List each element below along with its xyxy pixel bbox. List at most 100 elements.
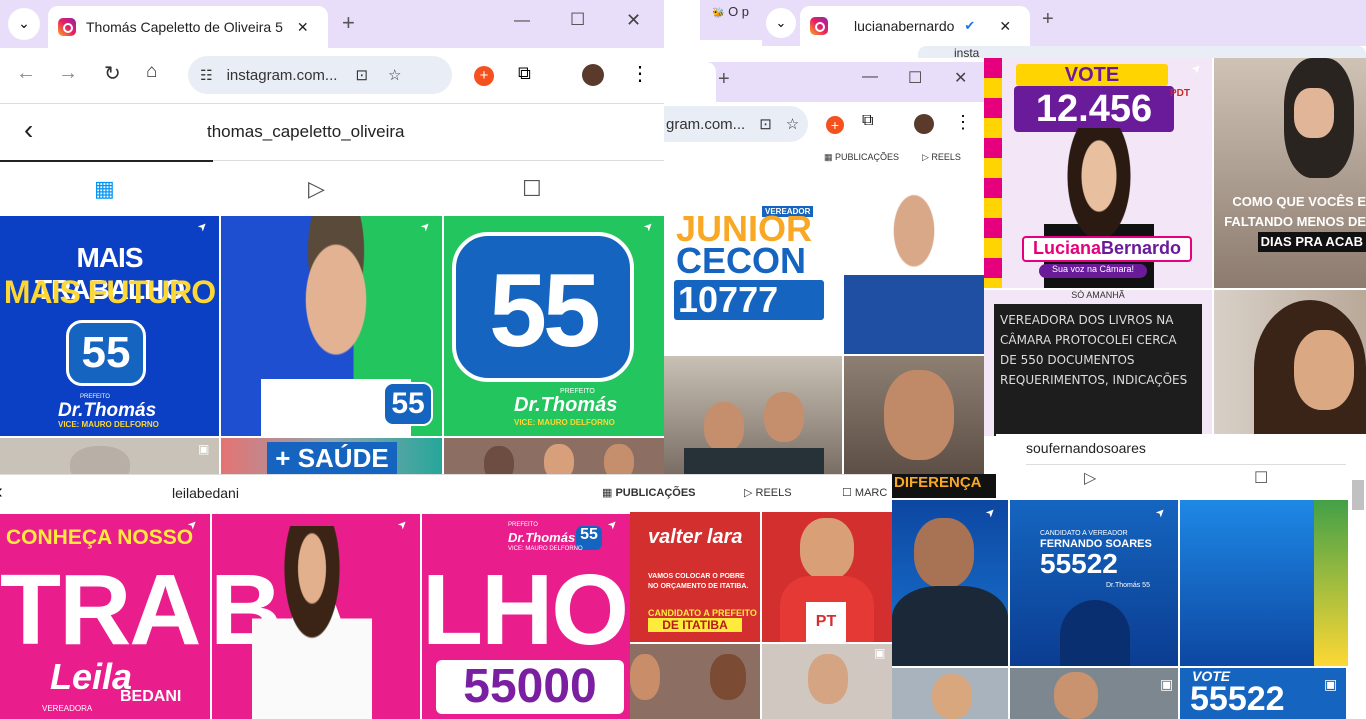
bookmark-star-icon[interactable]: ☆ xyxy=(786,115,799,133)
thomas-post-6[interactable] xyxy=(444,438,664,474)
tab-luciana[interactable]: lucianabernardo ✔ ✕ xyxy=(800,6,1030,46)
close-window-button[interactable]: ✕ xyxy=(626,10,641,31)
tab-tagged[interactable]: ☐ MARC xyxy=(842,486,887,499)
tab-title: lucianabernardo xyxy=(854,18,955,34)
leila-post-2[interactable]: BA ➤ xyxy=(212,514,420,719)
valter-post-2[interactable]: PT xyxy=(762,512,892,642)
name-line2: CECON xyxy=(676,240,807,281)
tab-dropdown-button[interactable]: ⌄ xyxy=(766,8,796,38)
headline-2: MAIS FUTURO xyxy=(3,274,216,310)
avatar[interactable] xyxy=(582,64,604,86)
cand-name: valter lara xyxy=(648,526,743,548)
quote-line: COMO QUE VOCÊS E xyxy=(1232,194,1366,209)
profile-username: thomas_capeletto_oliveira xyxy=(207,122,405,141)
mayor-name: Dr.Thomás xyxy=(514,394,618,416)
leila-post-3[interactable]: PREFEITO Dr.Thomás 55 VICE: MAURO DELFOR… xyxy=(422,514,630,719)
pin-icon: ➤ xyxy=(395,517,411,533)
avatar[interactable] xyxy=(914,114,934,134)
valter-post-3[interactable] xyxy=(630,644,760,719)
extension-icon[interactable]: + xyxy=(826,116,844,134)
close-tab-icon[interactable]: ✕ xyxy=(297,19,309,36)
puzzle-icon[interactable]: ⧉ xyxy=(518,63,531,84)
fernando-post-2[interactable]: CANDIDATO A VEREADOR FERNANDO SOARES 555… xyxy=(1010,500,1178,666)
candidate-photo xyxy=(844,178,984,354)
install-icon[interactable]: ⊡ xyxy=(355,66,368,84)
luciana-post-board[interactable]: SÓ AMANHÃ VEREADORA DOS LIVROS NA CÂMARA… xyxy=(984,290,1212,436)
tab-dropdown-button[interactable]: ⌄ xyxy=(8,8,40,40)
tab-reels[interactable]: ▷ REELS xyxy=(922,152,961,163)
minimize-button[interactable]: — xyxy=(514,12,530,30)
back-button[interactable]: ← xyxy=(16,62,36,85)
post-edge xyxy=(1326,500,1348,666)
vice-name: VICE: MAURO DELFORNO xyxy=(58,420,159,429)
luciana-window-tabbar: ⌄ lucianabernardo ✔ ✕ + xyxy=(760,0,1366,46)
maximize-button[interactable]: ☐ xyxy=(908,68,922,88)
thomas-post-3[interactable]: 55 PREFEITO Dr.Thomás VICE: MAURO DELFOR… xyxy=(444,216,664,436)
menu-icon[interactable]: ⋮ xyxy=(630,61,650,86)
fernando-post-1[interactable]: ➤ xyxy=(892,500,1008,666)
forward-button[interactable]: → xyxy=(58,62,78,85)
back-arrow-icon[interactable]: ‹ xyxy=(24,114,33,146)
cecon-post-2[interactable] xyxy=(664,356,842,474)
extension-icon[interactable]: + xyxy=(474,66,494,86)
fernando-post-6[interactable]: VOTE 55522 ▣ xyxy=(1180,668,1346,719)
vote-label: VOTE xyxy=(1064,64,1120,86)
install-icon[interactable]: ⊡ xyxy=(759,115,772,133)
menu-icon[interactable]: ⋮ xyxy=(954,112,972,133)
leila-post-1[interactable]: CONHEÇA NOSSO TRA Leila BEDANI VEREADORA… xyxy=(0,514,210,719)
candidate-number: 55 xyxy=(66,320,146,386)
tagged-tab-icon[interactable]: ☐ xyxy=(1254,468,1268,488)
cecon-tabs: ▦ PUBLICAÇÕES ▷ REELS xyxy=(664,146,984,168)
minimize-button[interactable]: — xyxy=(862,68,878,86)
cecon-window-tabbar: 5 + — ☐ ✕ xyxy=(664,62,984,102)
tab-posts[interactable]: ▦ PUBLICAÇÕES xyxy=(824,152,899,163)
bookmark-star-icon[interactable]: ☆ xyxy=(388,66,401,84)
tab-reels[interactable]: ▷ REELS xyxy=(744,486,792,499)
headline: CONHEÇA NOSSO xyxy=(6,526,194,549)
luciana-post-video[interactable]: COMO QUE VOCÊS E FALTANDO MENOS DE DIAS … xyxy=(1214,58,1366,288)
home-button[interactable]: ⌂ xyxy=(146,61,157,83)
mayor-tag: Dr.Thomás 55 xyxy=(1106,582,1150,589)
address-bar[interactable]: gram.com... ⊡ ☆ xyxy=(664,106,808,142)
luciana-omni: insta xyxy=(918,46,1366,58)
site-info-icon[interactable]: ☷ xyxy=(200,67,213,84)
grid-tab-icon[interactable]: ▦ xyxy=(94,176,115,202)
valter-post-1[interactable]: valter lara VAMOS COLOCAR O POBRE NO ORÇA… xyxy=(630,512,760,642)
new-tab-button[interactable]: + xyxy=(718,68,730,91)
chalkboard-text: VEREADORA DOS LIVROS NA CÂMARA PROTOCOLE… xyxy=(994,304,1202,436)
close-tab-icon[interactable]: ✕ xyxy=(999,18,1011,35)
cand-surname: BEDANI xyxy=(120,688,182,705)
thomas-post-1[interactable]: MAIS TRABALHO MAIS FUTURO 55 PREFEITO Dr… xyxy=(0,216,219,436)
reels-tab-icon[interactable]: ▷ xyxy=(1084,468,1096,488)
reload-button[interactable]: ↻ xyxy=(104,61,121,86)
back-arrow-icon[interactable]: ‹ xyxy=(0,481,3,504)
party-logo: PDT xyxy=(1170,88,1190,99)
candidate-number: 55 xyxy=(383,382,433,426)
fernando-post-5[interactable]: ▣ xyxy=(1010,668,1178,719)
cecon-post-main[interactable]: VEREADOR JUNIOR CECON 10777 xyxy=(664,168,984,354)
valter-post-4[interactable]: ▣ xyxy=(762,644,892,719)
fernando-post-4[interactable] xyxy=(892,668,1008,719)
close-window-button[interactable]: ✕ xyxy=(954,68,967,88)
thomas-post-5[interactable]: + SAÚDE xyxy=(221,438,442,474)
luciana-post-woman[interactable] xyxy=(1214,290,1366,436)
slogan-line: VAMOS COLOCAR O POBRE xyxy=(648,573,745,580)
pin-icon: ➤ xyxy=(195,219,211,235)
maximize-button[interactable]: ☐ xyxy=(570,10,585,30)
new-tab-button[interactable]: + xyxy=(1042,8,1054,31)
tab-thomas[interactable]: Thomás Capeletto de Oliveira 5 ✕ xyxy=(48,6,328,48)
tagged-tab-icon[interactable]: ☐ xyxy=(522,176,542,202)
cecon-post-3[interactable] xyxy=(844,356,984,474)
address-bar[interactable]: ☷ instagram.com... ⊡ ☆ xyxy=(188,56,452,94)
reels-tab-icon[interactable]: ▷ xyxy=(308,176,325,202)
thomas-post-2[interactable]: 55 ➤ xyxy=(221,216,442,436)
scrollbar[interactable] xyxy=(1352,480,1364,510)
pin-icon: ➤ xyxy=(1189,61,1205,77)
puzzle-icon[interactable]: ⧉ xyxy=(862,112,873,130)
new-tab-button[interactable]: + xyxy=(342,10,355,36)
luciana-post-vote[interactable]: VOTE 12.456 PDT LucianaBernardo Sua voz … xyxy=(984,58,1212,288)
thomas-profile-header: ‹ thomas_capeletto_oliveira ▦ ▷ ☐ xyxy=(0,104,664,216)
fernando-post-3[interactable]: ➤ xyxy=(1180,500,1326,666)
thomas-post-4[interactable]: ▣ xyxy=(0,438,219,474)
tab-posts[interactable]: ▦ PUBLICAÇÕES xyxy=(602,486,696,499)
